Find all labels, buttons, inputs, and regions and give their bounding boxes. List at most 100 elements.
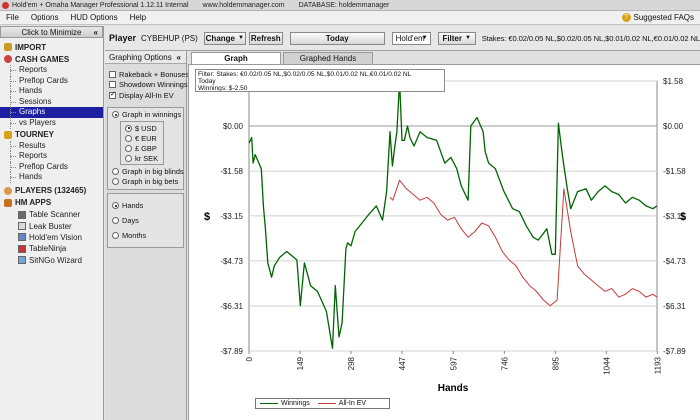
- tab-bar: Graph Graphed Hands: [188, 51, 700, 65]
- filter-label: Filter: [442, 33, 462, 43]
- sidebar-item-tourney-preflop-cards[interactable]: Preflop Cards: [0, 161, 103, 173]
- y-tick-label-left: $0.00: [223, 122, 244, 131]
- y-tick-label-right: -$6.31: [663, 302, 686, 311]
- x-axis-title: Hands: [438, 383, 469, 394]
- leak-buster-label: Leak Buster: [29, 221, 72, 231]
- minimize-button[interactable]: Click to Minimize «: [0, 26, 103, 38]
- game-select-value: Hold'em: [395, 33, 425, 43]
- showdown-winnings-checkbox[interactable]: Showdown Winnings: [105, 80, 188, 91]
- sidebar-item-reports[interactable]: Reports: [0, 65, 103, 76]
- legend-swatch-winnings: [260, 403, 278, 404]
- date-today-button[interactable]: Today: [289, 31, 385, 45]
- x-axis-months-radio[interactable]: Months: [108, 228, 183, 243]
- database-label: DATABASE: holdemmanager: [298, 1, 390, 9]
- sidebar-item-hands[interactable]: Hands: [0, 86, 103, 97]
- y-tick-label-left: -$1.58: [220, 167, 243, 176]
- app-window: Hold'em + Omaha Manager Professional 1.1…: [0, 0, 700, 420]
- x-tick-label: 298: [347, 356, 356, 370]
- menu-hud-options[interactable]: HUD Options: [64, 13, 123, 22]
- game-select[interactable]: Hold'em ▼: [391, 31, 431, 45]
- currency-eur-radio[interactable]: € EUR: [121, 133, 163, 143]
- sidebar: Click to Minimize « IMPORT CASH GAMES Re…: [0, 26, 104, 420]
- table-scanner-icon: [18, 210, 26, 219]
- tab-graphed-hands[interactable]: Graphed Hands: [283, 52, 373, 64]
- currency-usd-radio[interactable]: $ USD: [121, 123, 163, 133]
- rakeback-checkbox[interactable]: Rakeback + Bonuses: [105, 69, 189, 80]
- menu-help[interactable]: Help: [124, 13, 152, 22]
- currency-sek-radio[interactable]: kr SEK: [121, 153, 163, 163]
- sidebar-item-graphs[interactable]: Graphs: [0, 107, 103, 118]
- radio-selected-icon: [125, 124, 132, 132]
- nav-hm-apps[interactable]: HM APPS: [0, 197, 103, 209]
- y-tick-label-left: -$3.15: [220, 212, 243, 221]
- import-icon: [4, 43, 12, 51]
- currency-gbp-label: £ GBP: [135, 143, 157, 153]
- sidebar-item-results[interactable]: Results: [0, 140, 103, 152]
- legend-label-winnings: Winnings: [281, 400, 310, 407]
- menu-bar: File Options HUD Options Help ? Suggeste…: [0, 11, 700, 25]
- graph-area: $1.58$1.58$0.00$0.00-$1.58-$1.58-$3.15-$…: [188, 65, 700, 420]
- x-axis-days-radio[interactable]: Days: [108, 213, 183, 228]
- x-axis-group: Hands Days Months: [107, 193, 184, 248]
- trophy-icon: [4, 130, 12, 139]
- suggested-faqs-link[interactable]: ? Suggested FAQs: [621, 13, 700, 22]
- filter-button[interactable]: Filter ▼: [437, 31, 476, 45]
- refresh-button[interactable]: Refresh: [248, 31, 283, 45]
- menu-file[interactable]: File: [0, 13, 25, 22]
- y-tick-label-left: -$4.73: [220, 257, 243, 266]
- sidebar-item-holdem-vision[interactable]: Hold'em Vision: [0, 232, 103, 243]
- change-label: Change: [205, 33, 235, 43]
- menu-options[interactable]: Options: [25, 13, 65, 22]
- apps-icon: [4, 198, 12, 207]
- chart-legend: Winnings All-In EV: [255, 398, 390, 409]
- sidebar-item-leak-buster[interactable]: Leak Buster: [0, 220, 103, 231]
- checkbox-icon: [109, 81, 116, 89]
- tab-graph[interactable]: Graph: [191, 52, 281, 64]
- sidebar-item-tourney-hands[interactable]: Hands: [0, 172, 103, 183]
- radio-icon: [112, 167, 119, 175]
- sidebar-item-table-scanner[interactable]: Table Scanner: [0, 209, 103, 220]
- graphing-options-header[interactable]: Graphing Options «: [105, 51, 186, 64]
- radio-selected-icon: [112, 111, 119, 119]
- sidebar-item-tableninja[interactable]: TableNinja: [0, 243, 103, 254]
- display-allin-ev-checkbox[interactable]: Display All-In EV: [105, 90, 186, 101]
- x-tick-label: 895: [551, 356, 560, 370]
- sidebar-item-sessions[interactable]: Sessions: [0, 96, 103, 108]
- graph-in-big-bets-radio[interactable]: Graph in big bets: [108, 177, 183, 188]
- currency-eur-label: € EUR: [135, 133, 157, 143]
- nav-import[interactable]: IMPORT: [0, 41, 103, 53]
- checkbox-icon: [109, 70, 116, 78]
- player-name: CYBEHUP (PS): [141, 33, 198, 43]
- x-tick-label: 746: [500, 356, 509, 370]
- title-bar: Hold'em + Omaha Manager Professional 1.1…: [0, 0, 700, 11]
- x-axis-hands-radio[interactable]: Hands: [108, 198, 183, 213]
- sidebar-item-tourney-reports[interactable]: Reports: [0, 151, 103, 162]
- y-tick-label-left: -$7.89: [220, 347, 243, 356]
- player-label: Player: [109, 33, 137, 43]
- sidebar-item-preflop-cards[interactable]: Preflop Cards: [0, 75, 103, 87]
- tableninja-icon: [18, 244, 26, 253]
- holdem-vision-label: Hold'em Vision: [29, 232, 82, 242]
- y-tick-label-right: -$1.58: [663, 167, 686, 176]
- nav-players[interactable]: PLAYERS (132465): [0, 185, 103, 197]
- sidebar-item-vs-players[interactable]: vs Players: [0, 117, 103, 129]
- graph-in-big-blinds-label: Graph in big blinds: [122, 166, 184, 176]
- change-button[interactable]: Change ▼: [203, 31, 246, 45]
- units-group: Graph in winnings $ USD € EUR £ GBP kr S…: [107, 106, 184, 190]
- nav-tourney[interactable]: TOURNEY: [0, 129, 103, 141]
- filter-summary-winnings: Winnings: $-2.50: [198, 85, 248, 92]
- nav-players-label: PLAYERS (132465): [15, 186, 87, 196]
- nav-cash-games[interactable]: CASH GAMES: [0, 53, 103, 65]
- graphing-options-title: Graphing Options: [109, 52, 172, 62]
- radio-icon: [125, 134, 132, 142]
- sidebar-item-sitngo-wizard[interactable]: SitNGo Wizard: [0, 255, 103, 266]
- graph-in-big-blinds-radio[interactable]: Graph in big blinds: [108, 166, 184, 177]
- collapse-chevron-icon: «: [93, 27, 98, 37]
- x-tick-label: 0: [245, 356, 254, 361]
- table-scanner-label: Table Scanner: [29, 210, 81, 220]
- filter-summary-box: Filter: Stakes: €0.02/0.05 NL,$0.02/0.05…: [195, 69, 445, 92]
- x-axis-days-label: Days: [122, 216, 139, 225]
- currency-gbp-radio[interactable]: £ GBP: [121, 143, 163, 153]
- graph-in-winnings-radio[interactable]: Graph in winnings: [108, 110, 183, 121]
- collapse-chevron-icon: «: [176, 52, 181, 62]
